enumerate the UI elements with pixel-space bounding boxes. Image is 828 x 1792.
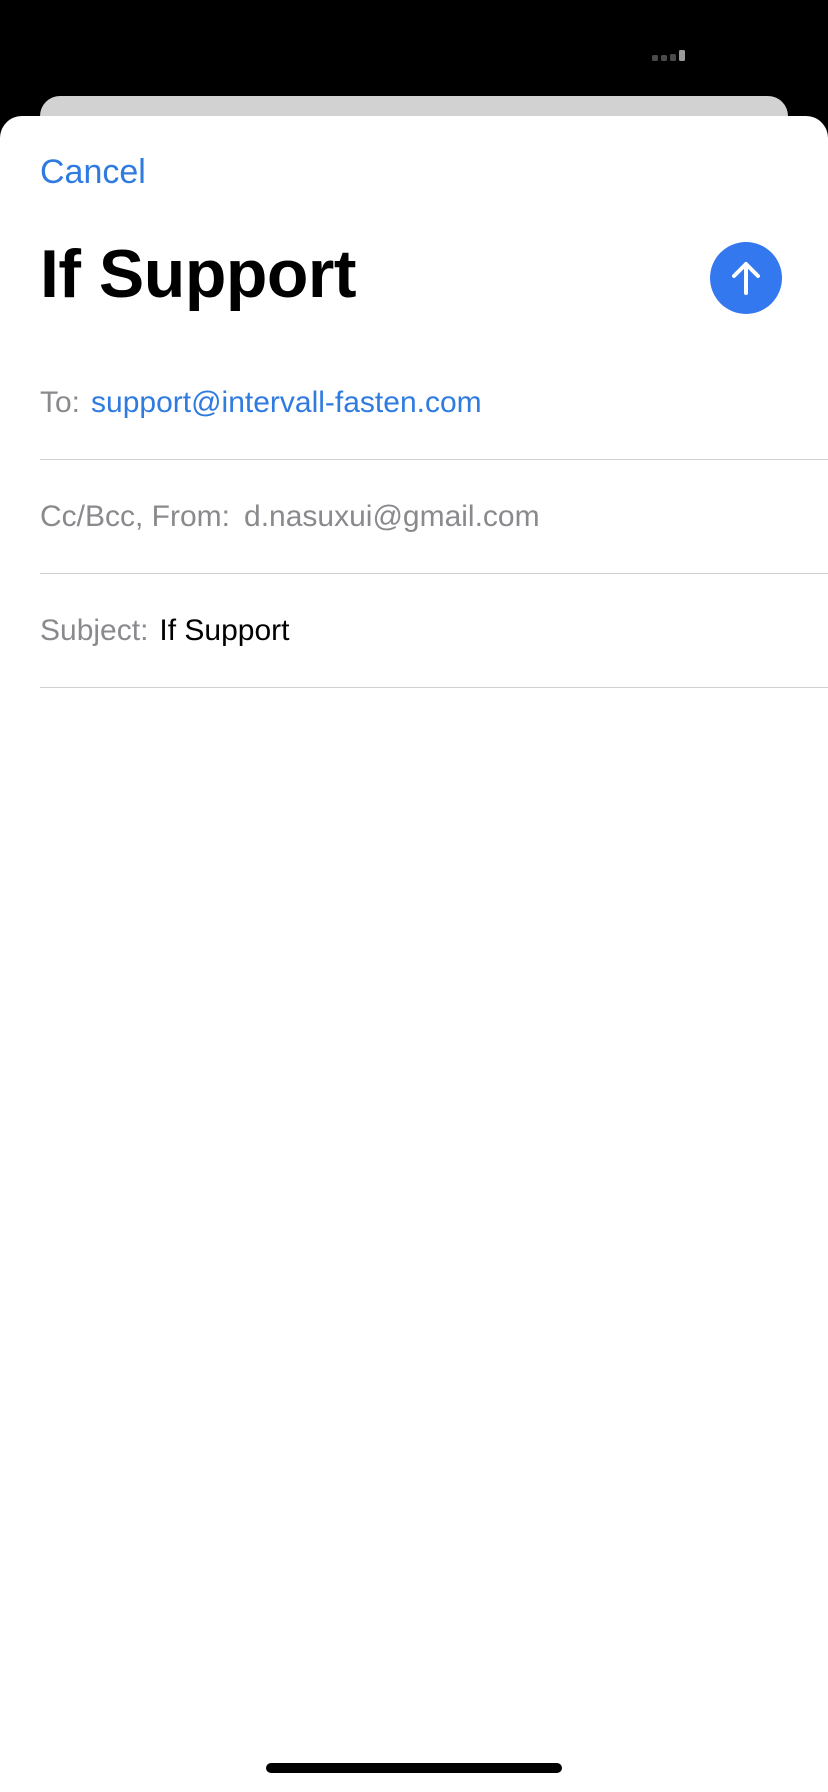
send-button[interactable] xyxy=(710,242,782,314)
subject-field[interactable]: Subject: If Support xyxy=(40,574,828,688)
to-field[interactable]: To: support@intervall-fasten.com xyxy=(40,346,828,460)
cancel-button[interactable]: Cancel xyxy=(40,152,146,193)
from-address[interactable]: d.nasuxui@gmail.com xyxy=(244,501,540,532)
signal-bar xyxy=(670,54,676,61)
subject-input[interactable]: If Support xyxy=(159,615,289,646)
page-title: If Support xyxy=(40,236,357,312)
status-bar xyxy=(0,0,828,96)
ccbcc-from-label: Cc/Bcc, From: xyxy=(40,499,231,533)
mail-compose-screen: Cancel If Support To: support@intervall-… xyxy=(0,0,828,1792)
arrow-up-icon xyxy=(732,262,760,295)
to-label: To: xyxy=(40,385,81,419)
home-indicator[interactable] xyxy=(266,1763,562,1773)
subject-label: Subject: xyxy=(40,613,149,647)
compose-sheet: Cancel If Support To: support@intervall-… xyxy=(0,116,828,1792)
signal-bar xyxy=(652,55,658,61)
cellular-signal-icon xyxy=(652,50,685,61)
ccbcc-from-field[interactable]: Cc/Bcc, From: d.nasuxui@gmail.com xyxy=(40,460,828,574)
to-recipient[interactable]: support@intervall-fasten.com xyxy=(91,387,482,418)
signal-bar xyxy=(679,50,685,61)
signal-bar xyxy=(661,55,667,61)
